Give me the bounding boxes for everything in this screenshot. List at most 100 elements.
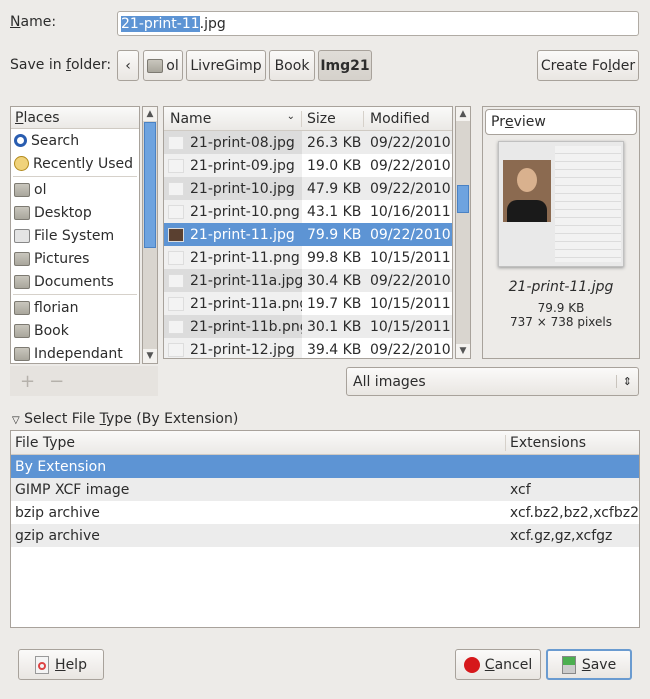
file-thumbnail-icon (168, 135, 184, 150)
drive-icon (14, 228, 30, 243)
places-item-label: florian (34, 299, 79, 316)
column-modified[interactable]: Modified (364, 111, 452, 127)
crumb-book[interactable]: Book (269, 50, 315, 81)
crumb-livregimp[interactable]: LivreGimp (186, 50, 266, 81)
scroll-up-arrow[interactable]: ▲ (143, 107, 157, 121)
crumb-img21[interactable]: Img21 (318, 50, 372, 81)
file-row[interactable]: 21-print-11b.png 30.1 KB 10/15/2011 (164, 315, 452, 338)
column-size[interactable]: Size (302, 110, 364, 127)
desktop-folder-icon (14, 205, 30, 220)
file-list-header: Name ⌄ Size Modified (164, 107, 452, 131)
places-item[interactable]: Documents (11, 270, 139, 293)
file-type-extensions: xcf.gz,gz,xcfgz (510, 527, 613, 544)
places-item[interactable]: Desktop (11, 201, 139, 224)
file-row[interactable]: 21-print-08.jpg 26.3 KB 09/22/2010 (164, 131, 452, 154)
file-modified: 09/22/2010 (364, 338, 452, 358)
places-item-label: Recently Used (33, 155, 134, 172)
scroll-down-arrow[interactable]: ▼ (143, 349, 157, 363)
file-thumbnail-icon (168, 204, 184, 219)
file-filter-dropdown[interactable]: All images ⇕ (346, 367, 639, 396)
scroll-down-arrow[interactable]: ▼ (456, 344, 470, 358)
home-folder-icon (14, 182, 30, 197)
file-size: 30.4 KB (302, 269, 364, 292)
file-modified: 09/22/2010 (364, 154, 452, 177)
preview-filename: 21-print-11.jpg (508, 279, 614, 295)
folder-icon (14, 346, 30, 361)
places-item[interactable]: File System (11, 224, 139, 247)
folder-icon (14, 323, 30, 338)
file-size: 19.0 KB (302, 154, 364, 177)
places-item[interactable]: ol (11, 178, 139, 201)
file-size: 19.7 KB (302, 292, 364, 315)
file-thumbnail-icon (168, 250, 184, 265)
create-folder-button[interactable]: Create Fo l der (537, 50, 639, 81)
preview-thumbnail (498, 141, 624, 267)
file-size: 26.3 KB (302, 131, 364, 154)
file-type-row[interactable]: gzip archive xcf.gz,gz,xcfgz (11, 524, 639, 547)
places-item[interactable]: Recently Used (11, 152, 139, 175)
file-name: 21-print-11.png (190, 249, 300, 266)
column-name[interactable]: Name ⌄ (164, 110, 302, 127)
file-type-row[interactable]: bzip archive xcf.bz2,bz2,xcfbz2 (11, 501, 639, 524)
name-input[interactable]: 21-print-11 .jpg (117, 11, 639, 36)
search-icon (14, 134, 27, 147)
places-item-label: Independant (34, 345, 123, 362)
add-bookmark-button[interactable]: + (20, 371, 35, 392)
file-name: 21-print-10.png (190, 203, 300, 220)
clock-icon (14, 156, 29, 171)
file-list-scrollbar[interactable]: ▲ ▼ (455, 106, 471, 359)
file-row[interactable]: 21-print-11.jpg 79.9 KB 09/22/2010 (164, 223, 452, 246)
sort-chevron-icon: ⌄ (286, 110, 295, 122)
file-row[interactable]: 21-print-10.png 43.1 KB 10/16/2011 (164, 200, 452, 223)
places-scrollbar[interactable]: ▲ ▼ (142, 106, 158, 364)
file-row[interactable]: 21-print-09.jpg 19.0 KB 09/22/2010 (164, 154, 452, 177)
file-row[interactable]: 21-print-12.jpg 39.4 KB 09/22/2010 (164, 338, 452, 358)
file-thumbnail-icon (168, 342, 184, 357)
documents-folder-icon (14, 274, 30, 289)
crumb-ol[interactable]: ol (143, 50, 183, 81)
file-modified: 09/22/2010 (364, 131, 452, 154)
file-type-row[interactable]: By Extension (11, 455, 639, 478)
file-row[interactable]: 21-print-10.jpg 47.9 KB 09/22/2010 (164, 177, 452, 200)
file-size: 43.1 KB (302, 200, 364, 223)
file-modified: 10/15/2011 (364, 292, 452, 315)
network-folder-icon (14, 300, 30, 315)
save-download-icon (561, 655, 576, 674)
places-item[interactable]: florian (11, 296, 139, 319)
column-file-type[interactable]: File Type (11, 434, 506, 451)
updown-chevron-icon: ⇕ (615, 375, 638, 388)
places-separator (13, 176, 137, 177)
file-row[interactable]: 21-print-11.png 99.8 KB 10/15/2011 (164, 246, 452, 269)
name-rest-text: .jpg (199, 15, 226, 32)
column-extensions[interactable]: Extensions (506, 435, 586, 451)
places-item[interactable]: Independant (11, 342, 139, 363)
save-button[interactable]: Save (546, 649, 632, 680)
places-pane: Places Search Recently Used ol Desktop File … (10, 106, 140, 364)
places-item[interactable]: Book (11, 319, 139, 342)
places-separator (13, 294, 137, 295)
places-toolbar: + − (10, 366, 158, 396)
preview-size: 79.9 KB (537, 301, 585, 315)
stop-icon (463, 656, 480, 673)
preview-dimensions: 737 × 738 pixels (510, 315, 612, 329)
remove-bookmark-button[interactable]: − (49, 371, 64, 392)
file-row[interactable]: 21-print-11a.png 19.7 KB 10/15/2011 (164, 292, 452, 315)
file-type-expander[interactable]: ▽ Select File Type (By Extension) (12, 411, 238, 427)
file-scroll-thumb[interactable] (457, 185, 469, 213)
file-type-extensions: xcf.bz2,bz2,xcfbz2 (509, 504, 639, 521)
help-button[interactable]: Help (18, 649, 104, 680)
file-size: 79.9 KB (307, 226, 362, 243)
file-row[interactable]: 21-print-11a.jpg 30.4 KB 09/22/2010 (164, 269, 452, 292)
places-item[interactable]: Pictures (11, 247, 139, 270)
file-modified: 10/16/2011 (364, 200, 452, 223)
places-item[interactable]: Search (11, 129, 139, 152)
places-scroll-thumb[interactable] (144, 122, 156, 248)
places-header[interactable]: Places (11, 107, 139, 129)
file-type-name: By Extension (15, 458, 107, 475)
file-modified: 09/22/2010 (364, 269, 452, 292)
scroll-up-arrow[interactable]: ▲ (456, 107, 470, 121)
file-size: 99.8 KB (302, 246, 364, 269)
path-back-button[interactable]: ‹ (117, 50, 139, 81)
file-type-row[interactable]: GIMP XCF image xcf (11, 478, 639, 501)
cancel-button[interactable]: Cancel (455, 649, 541, 680)
